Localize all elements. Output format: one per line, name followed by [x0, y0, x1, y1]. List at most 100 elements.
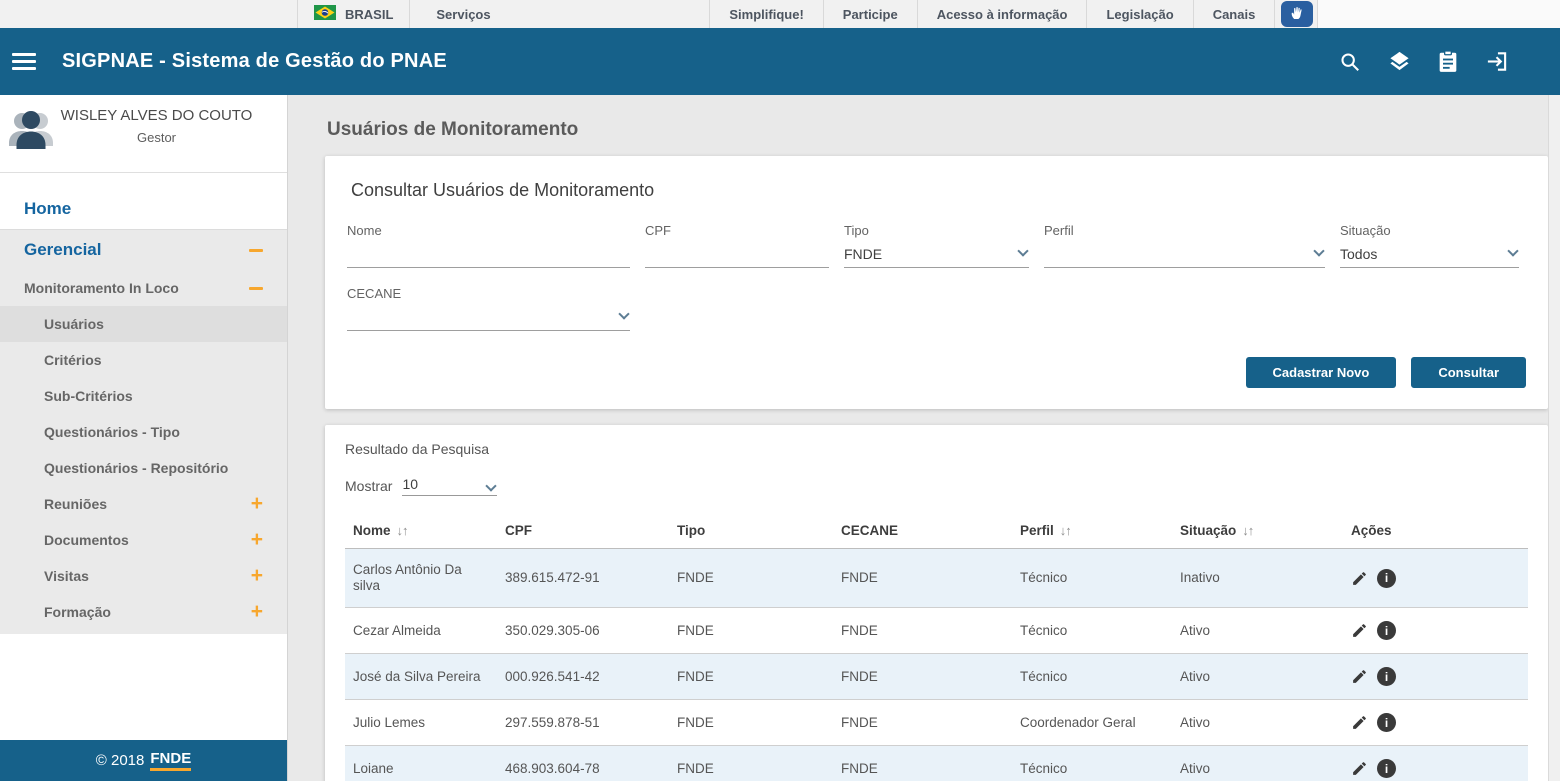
user-name: WISLEY ALVES DO COUTO — [56, 107, 257, 126]
search-button[interactable]: Consultar — [1411, 357, 1526, 388]
app-title: SIGPNAE - Sistema de Gestão do PNAE — [62, 50, 447, 73]
chevron-down-icon — [1507, 245, 1518, 256]
column-label: Nome — [353, 523, 391, 538]
info-icon[interactable]: i — [1377, 713, 1396, 732]
sidebar-item-sub-criterios[interactable]: Sub-Critérios — [0, 378, 287, 414]
expand-plus-icon[interactable]: + — [251, 534, 263, 546]
field-tipo: TipoFNDE — [844, 223, 1029, 268]
edit-icon[interactable] — [1351, 714, 1368, 731]
cell-cecane: FNDE — [833, 608, 1012, 654]
cell-acoes: i — [1343, 654, 1528, 700]
sidebar-item-label: Formação — [44, 604, 111, 620]
nome-input[interactable] — [347, 238, 630, 268]
gov-brand[interactable]: BRASIL — [297, 0, 410, 28]
brazil-flag-icon — [314, 5, 336, 23]
cell-tipo: FNDE — [669, 746, 833, 781]
tipo-value: FNDE — [844, 246, 882, 262]
cell-tipo: FNDE — [669, 700, 833, 746]
cecane-select[interactable] — [347, 301, 630, 331]
gov-link-participe[interactable]: Participe — [824, 0, 918, 28]
sort-icon[interactable]: ↓↑ — [1242, 523, 1253, 538]
collapse-minus-icon[interactable] — [249, 287, 263, 290]
cell-perfil: Coordenador Geral — [1012, 700, 1172, 746]
sidebar-item-label: Monitoramento In Loco — [24, 280, 179, 296]
main-content: Usuários de Monitoramento Consultar Usuá… — [288, 95, 1560, 781]
sidebar-item-documentos[interactable]: Documentos+ — [0, 522, 287, 558]
page-title: Usuários de Monitoramento — [327, 119, 1548, 141]
page-size-row: Mostrar 10 — [345, 476, 1528, 496]
sort-icon[interactable]: ↓↑ — [397, 523, 408, 538]
clipboard-icon[interactable] — [1438, 50, 1458, 73]
field-cpf: CPF — [645, 223, 829, 268]
page-size-value: 10 — [402, 476, 418, 492]
gov-bar-tail — [1317, 0, 1560, 28]
cell-perfil: Técnico — [1012, 746, 1172, 781]
sidebar-item-questionarios-repositorio[interactable]: Questionários - Repositório — [0, 450, 287, 486]
table-row: Julio Lemes297.559.878-51FNDEFNDECoorden… — [345, 700, 1528, 746]
edit-icon[interactable] — [1351, 570, 1368, 587]
column-header-cpf: CPF — [497, 513, 669, 549]
edit-icon[interactable] — [1351, 668, 1368, 685]
situacao-select[interactable]: Todos — [1340, 238, 1519, 268]
gov-bar: BRASIL ServiçosSimplifique!ParticipeAces… — [0, 0, 1560, 28]
info-icon[interactable]: i — [1377, 621, 1396, 640]
sidebar-item-home[interactable]: Home — [0, 189, 287, 229]
page-size-select[interactable]: 10 — [402, 476, 497, 496]
tipo-select[interactable]: FNDE — [844, 238, 1029, 268]
cell-cecane: FNDE — [833, 746, 1012, 781]
logout-icon[interactable] — [1485, 50, 1508, 73]
sidebar-item-visitas[interactable]: Visitas + — [0, 558, 287, 594]
sidebar-item-gerencial[interactable]: Gerencial — [0, 230, 287, 270]
column-label: Ações — [1351, 523, 1392, 538]
expand-plus-icon[interactable]: + — [251, 606, 263, 618]
field-situacao: SituaçãoTodos — [1340, 223, 1519, 268]
expand-plus-icon[interactable]: + — [251, 498, 263, 510]
sidebar-item-questionarios-tipo[interactable]: Questionários - Tipo — [0, 414, 287, 450]
gov-link-acesso-a-informacao[interactable]: Acesso à informação — [918, 0, 1088, 28]
cell-nome: Cezar Almeida — [345, 608, 497, 654]
sidebar-item-monitoramento-in-loco[interactable]: Monitoramento In Loco — [0, 270, 287, 306]
info-icon[interactable]: i — [1377, 759, 1396, 778]
column-header-situacao[interactable]: Situação↓↑ — [1172, 513, 1343, 549]
results-table: Nome↓↑CPFTipoCECANEPerfil↓↑Situação↓↑Açõ… — [345, 513, 1528, 781]
field-cecane: CECANE — [347, 286, 630, 331]
fnde-link[interactable]: FNDE — [150, 750, 191, 771]
gov-link-servicos[interactable]: Serviços — [410, 0, 710, 28]
scrollbar[interactable] — [1548, 95, 1560, 781]
column-header-nome[interactable]: Nome ↓↑ — [345, 513, 497, 549]
sidebar-item-formacao[interactable]: Formação + — [0, 594, 287, 630]
edit-icon[interactable] — [1351, 622, 1368, 639]
sidebar-item-reunioes[interactable]: Reuniões+ — [0, 486, 287, 522]
cell-tipo: FNDE — [669, 654, 833, 700]
register-new-button[interactable]: Cadastrar Novo — [1246, 357, 1397, 388]
perfil-select[interactable] — [1044, 238, 1325, 268]
sidebar-item-criterios[interactable]: Critérios — [0, 342, 287, 378]
page-size-label: Mostrar — [345, 478, 392, 494]
sidebar-item-label: Visitas — [44, 568, 89, 584]
cell-nome: Loiane — [345, 746, 497, 781]
gov-link-simplifique[interactable]: Simplifique! — [710, 0, 823, 28]
sidebar-menu-group: Gerencial Monitoramento In Loco Usuários Cr… — [0, 229, 287, 634]
column-header-perfil[interactable]: Perfil↓↑ — [1012, 513, 1172, 549]
situacao-value: Todos — [1340, 246, 1377, 262]
vlibras-button[interactable] — [1281, 1, 1313, 27]
cpf-input[interactable] — [645, 238, 829, 268]
edit-icon[interactable] — [1351, 760, 1368, 777]
sort-icon[interactable]: ↓↑ — [1060, 523, 1071, 538]
gov-link-legislacao[interactable]: Legislação — [1087, 0, 1193, 28]
search-icon[interactable] — [1339, 51, 1361, 73]
expand-plus-icon[interactable]: + — [251, 570, 263, 582]
sidebar-item-label: Critérios — [44, 352, 102, 368]
gov-link-canais[interactable]: Canais — [1194, 0, 1276, 28]
info-icon[interactable]: i — [1377, 667, 1396, 686]
sidebar-item-label: Sub-Critérios — [44, 388, 133, 404]
info-icon[interactable]: i — [1377, 569, 1396, 588]
avatar — [6, 107, 56, 158]
table-row: José da Silva Pereira000.926.541-42FNDEF… — [345, 654, 1528, 700]
cell-cecane: FNDE — [833, 654, 1012, 700]
collapse-minus-icon[interactable] — [249, 249, 263, 252]
layers-icon[interactable] — [1388, 50, 1411, 73]
menu-icon[interactable] — [12, 49, 36, 74]
chevron-down-icon — [1017, 245, 1028, 256]
sidebar-item-usuarios[interactable]: Usuários — [0, 306, 287, 342]
